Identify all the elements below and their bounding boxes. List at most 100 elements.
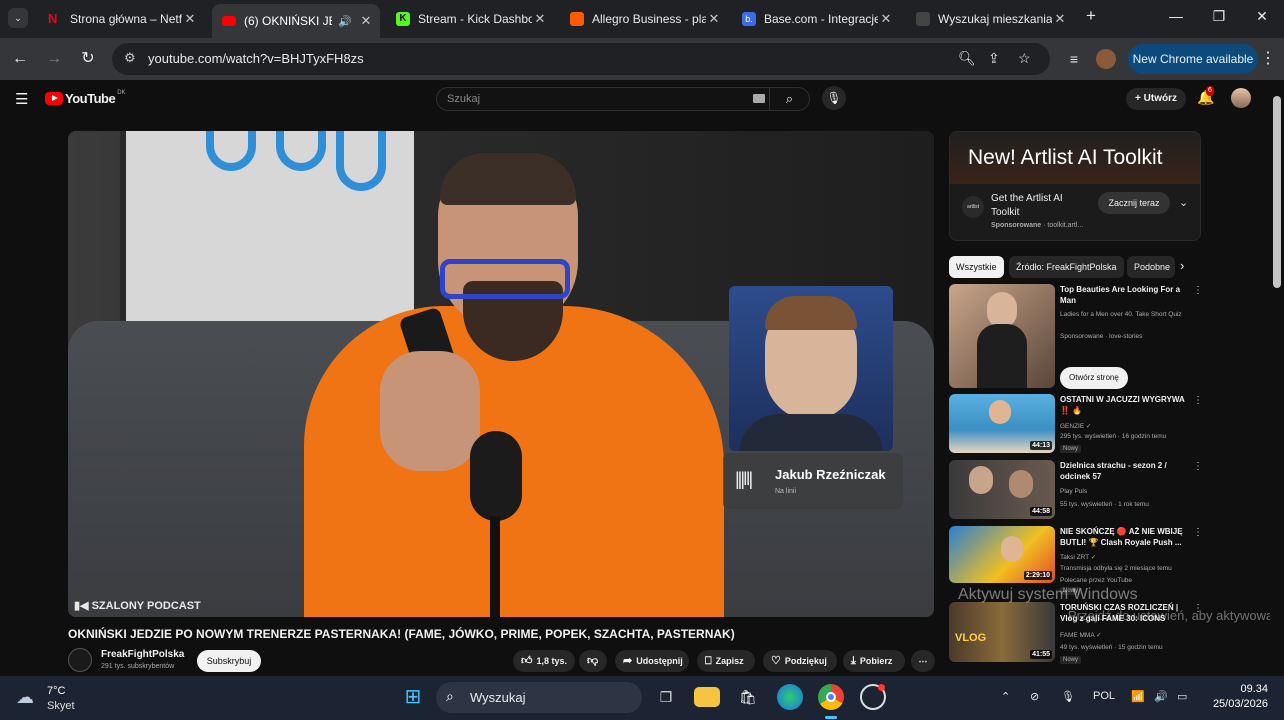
share-icon: ➦ xyxy=(623,655,633,667)
hamburger-menu-icon[interactable]: ☰ xyxy=(15,90,28,108)
tab-allegro[interactable]: Allegro Business - platforma ✕ xyxy=(560,6,728,32)
clock[interactable]: 09.34 25/03/2026 xyxy=(1212,683,1268,710)
like-button[interactable]: 👍︎ 1,8 tys. xyxy=(513,650,575,672)
ad-title[interactable]: Get the Artlist AI Toolkit xyxy=(991,192,1091,220)
reading-list-icon[interactable]: ≡ xyxy=(1063,48,1085,70)
video-thumbnail[interactable] xyxy=(949,284,1055,388)
close-icon[interactable]: ✕ xyxy=(878,11,894,27)
chip-all[interactable]: Wszystkie xyxy=(949,256,1004,278)
zoom-icon[interactable]: 🔍︎ xyxy=(958,50,976,67)
search-button[interactable]: ⌕ xyxy=(769,87,809,111)
microsoft-store-icon[interactable]: 🛍 xyxy=(735,684,761,710)
tab-base[interactable]: b. Base.com - Integracje ✕ xyxy=(732,6,900,32)
microphone-icon[interactable]: 🎙 xyxy=(822,86,846,110)
channel-avatar[interactable] xyxy=(68,648,92,672)
edge-icon[interactable] xyxy=(777,684,803,710)
chrome-icon[interactable] xyxy=(818,684,844,710)
tab-netflix[interactable]: N Strona główna – Netflix ✕ xyxy=(38,6,204,32)
dislike-button[interactable]: 👎︎ xyxy=(579,650,607,672)
account-avatar[interactable] xyxy=(1231,88,1251,108)
recommendation-title[interactable]: OSTATNI W JACUZZI WYGRYWA ‼️ 🔥 xyxy=(1060,394,1190,416)
channel-name[interactable]: FreakFightPolska xyxy=(101,649,184,660)
kick-icon: K xyxy=(396,12,410,26)
battery-icon[interactable]: ▭ xyxy=(1177,690,1187,703)
more-options-icon[interactable]: ⋮ xyxy=(1193,285,1203,296)
more-options-icon[interactable]: ⋮ xyxy=(1193,461,1203,472)
recommendation-item[interactable]: 44:13 OSTATNI W JACUZZI WYGRYWA ‼️ 🔥 GEN… xyxy=(949,394,1203,454)
chevron-down-icon[interactable]: ⌄ xyxy=(1179,196,1188,209)
heart-dollar-icon: ♡ xyxy=(771,655,781,667)
bookmark-star-icon[interactable]: ☆ xyxy=(1018,50,1031,67)
site-info-icon[interactable]: ⚙ xyxy=(124,50,136,66)
recommendation-title[interactable]: NIE SKOŃCZĘ 🔴 AŻ NIE WBIJĘ BUTLI! 🏆 Clas… xyxy=(1060,526,1190,548)
sponsored-ad-card[interactable]: New! Artlist AI Toolkit artlist Get the … xyxy=(949,131,1201,241)
chevron-up-icon[interactable]: ⌃ xyxy=(1001,690,1010,703)
recommendation-title[interactable]: Dzielnica strachu - sezon 2 / odcinek 57 xyxy=(1060,460,1190,482)
tab-search-button[interactable]: ⌄ xyxy=(8,8,28,28)
task-view-icon[interactable]: ❐ xyxy=(653,684,679,710)
more-options-icon[interactable]: ⋮ xyxy=(1193,395,1203,406)
recommendation-meta: 49 tys. wyświetleń · 15 godzin temu xyxy=(1060,644,1163,651)
tab-youtube[interactable]: (6) OKNIŃSKI JEDZIE PO NOWYM TRENERZE PA… xyxy=(212,4,380,38)
volume-icon[interactable]: 🔊 xyxy=(1154,690,1168,703)
taskbar-search[interactable]: ⌕ Wyszukaj xyxy=(436,682,642,713)
ad-cta-button[interactable]: Zacznij teraz xyxy=(1098,192,1170,214)
close-window-button[interactable]: ✕ xyxy=(1248,8,1276,25)
profile-avatar-icon[interactable] xyxy=(1096,49,1116,69)
search-input[interactable]: Szukaj xyxy=(447,93,480,105)
thanks-button[interactable]: ♡ Podziękuj xyxy=(763,650,837,672)
youtube-logo[interactable]: YouTube DK xyxy=(45,90,126,106)
recommendation-title[interactable]: Top Beauties Are Looking For a Man xyxy=(1060,284,1190,306)
scrollbar-thumb[interactable] xyxy=(1273,96,1281,288)
reload-button[interactable]: ↻ xyxy=(77,48,99,70)
chip-similar[interactable]: Podobne xyxy=(1127,256,1175,278)
windows-start-icon[interactable]: ⊞ xyxy=(400,684,426,710)
url-text[interactable]: youtube.com/watch?v=BHJTyxFH8zs xyxy=(148,51,364,66)
close-icon[interactable]: ✕ xyxy=(358,13,374,29)
recommendation-item[interactable]: 44:58 Dzielnica strachu - sezon 2 / odci… xyxy=(949,460,1203,520)
meet-now-icon[interactable]: ⊘ xyxy=(1030,690,1039,703)
save-button[interactable]: ⎕ Zapisz xyxy=(697,650,755,672)
video-thumbnail[interactable]: 44:13 xyxy=(949,394,1055,453)
subscribe-button[interactable]: Subskrybuj xyxy=(197,650,261,672)
forward-button[interactable]: → xyxy=(43,48,65,70)
windows-activation-watermark: Aktywuj system Windows xyxy=(958,586,1138,603)
ad-banner[interactable]: New! Artlist AI Toolkit xyxy=(950,132,1200,184)
video-player[interactable]: |||‖| Jakub Rzeźniczak Na linii ▮◀ SZALO… xyxy=(68,131,934,617)
thumbs-down-icon: 👎︎ xyxy=(587,655,599,667)
chevron-right-icon[interactable]: › xyxy=(1180,258,1184,273)
close-icon[interactable]: ✕ xyxy=(182,11,198,27)
address-bar[interactable]: ⚙ youtube.com/watch?v=BHJTyxFH8zs 🔍︎ ⇪ ☆ xyxy=(112,43,1050,75)
tab-kick[interactable]: K Stream - Kick Dashboard ✕ xyxy=(386,6,554,32)
close-icon[interactable]: ✕ xyxy=(532,11,548,27)
back-button[interactable]: ← xyxy=(9,48,31,70)
more-options-icon[interactable]: ⋮ xyxy=(1193,527,1203,538)
video-thumbnail[interactable]: 2:29:10 xyxy=(949,526,1055,583)
chrome-menu-icon[interactable]: ⋮ xyxy=(1257,48,1279,70)
speaker-icon[interactable]: 🔊 xyxy=(338,15,352,28)
search-box[interactable]: Szukaj ⌕ xyxy=(436,87,810,111)
close-icon[interactable]: ✕ xyxy=(706,11,722,27)
tab-mieszkania[interactable]: Wyszukaj mieszkania ✕ xyxy=(906,6,1074,32)
open-page-button[interactable]: Otwórz stronę xyxy=(1060,367,1128,389)
video-thumbnail[interactable]: VLOG 41:55 xyxy=(949,602,1055,662)
maximize-button[interactable]: ❐ xyxy=(1205,8,1233,25)
more-actions-button[interactable]: ⋯ xyxy=(911,650,935,672)
recommendation-item[interactable]: Top Beauties Are Looking For a Man Ladie… xyxy=(949,284,1203,390)
language-indicator[interactable]: POL xyxy=(1093,690,1115,702)
video-thumbnail[interactable]: 44:58 xyxy=(949,460,1055,519)
minimize-button[interactable]: — xyxy=(1162,8,1190,24)
keyboard-icon[interactable] xyxy=(753,94,765,103)
share-button[interactable]: ➦ Udostępnij xyxy=(615,650,689,672)
microphone-icon[interactable]: 🎙 xyxy=(1061,690,1075,703)
download-button[interactable]: ⤓ Pobierz xyxy=(843,650,905,672)
close-icon[interactable]: ✕ xyxy=(1052,11,1068,27)
create-button[interactable]: + Utwórz xyxy=(1126,88,1186,110)
new-chrome-available-button[interactable]: New Chrome available xyxy=(1128,44,1258,74)
chip-source[interactable]: Źródło: FreakFightPolska xyxy=(1009,256,1124,278)
new-tab-button[interactable]: + xyxy=(1077,6,1105,26)
weather-widget[interactable]: ☁ 7°C Skyet xyxy=(16,682,106,714)
install-app-icon[interactable]: ⇪ xyxy=(988,50,1000,67)
wifi-icon[interactable]: 📶 xyxy=(1131,690,1145,703)
file-explorer-icon[interactable] xyxy=(694,687,720,707)
